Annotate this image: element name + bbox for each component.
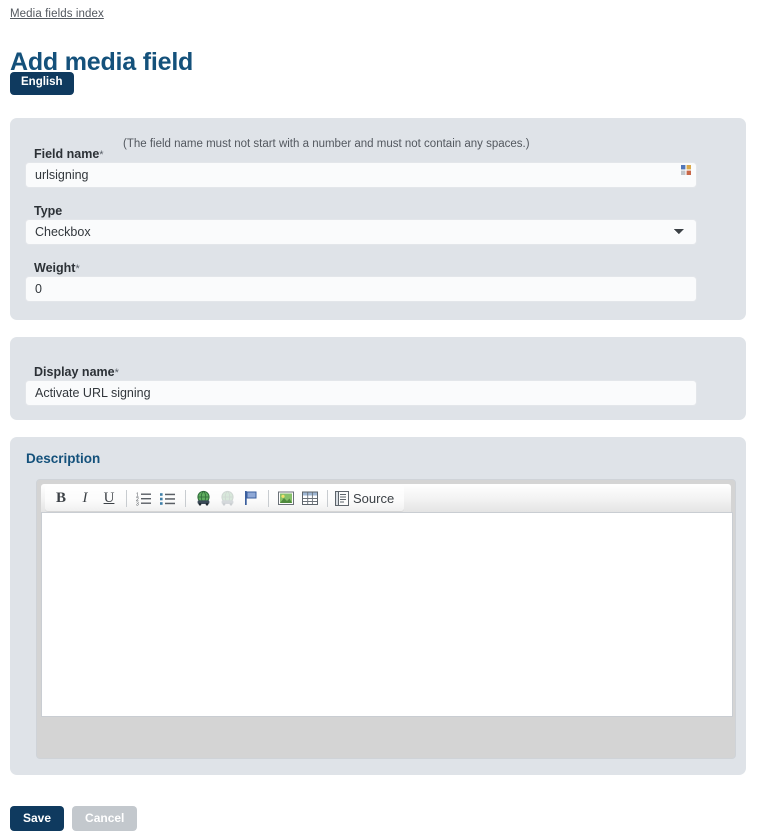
display-name-input-wrap [25,380,697,406]
toolbar-separator [327,489,328,507]
display-name-panel: Display name* [10,337,746,420]
field-name-input-wrap [25,162,697,188]
description-section-title: Description [26,451,101,466]
display-name-label-group: Display name* [34,363,119,381]
language-badge-english[interactable]: English [10,72,74,95]
table-icon[interactable] [299,487,321,509]
field-name-label-group: Field name* [34,145,104,163]
weight-input-wrap [25,276,697,302]
source-icon [335,490,349,506]
type-label-group: Type [34,202,62,220]
toolbar-separator [185,489,186,507]
save-button[interactable]: Save [10,806,65,831]
editor-footer-bar [41,718,733,752]
image-icon[interactable] [275,487,297,509]
weight-input[interactable] [25,276,697,302]
type-select-wrap: Checkbox [25,219,697,245]
field-name-label: Field name [34,147,100,161]
field-name-help-text: (The field name must not start with a nu… [123,138,530,150]
toolbar-separator [126,489,127,507]
breadcrumb[interactable]: Media fields index [10,8,104,20]
rich-text-editor: B I U 1 2 3 Source [36,479,736,759]
type-label: Type [34,204,63,218]
field-name-input[interactable] [25,162,697,188]
type-select[interactable]: Checkbox [25,219,697,245]
basic-settings-panel: Field name* (The field name must not sta… [10,118,746,320]
cancel-button[interactable]: Cancel [72,806,138,831]
italic-icon[interactable]: I [74,487,96,509]
svg-text:3: 3 [136,501,139,506]
editor-content-area[interactable] [41,512,733,717]
numbered-list-icon[interactable]: 1 2 3 [133,487,155,509]
source-label: Source [353,490,395,506]
editor-toolbar-bar: B I U 1 2 3 Source [41,484,731,512]
link-icon[interactable] [192,487,214,509]
form-actions: Save Cancel [10,806,138,831]
browser-extension-icon[interactable] [681,165,691,175]
editor-toolbar: B I U 1 2 3 Source [45,485,405,511]
weight-label-group: Weight* [34,259,80,277]
display-name-label: Display name [34,365,115,379]
anchor-flag-icon[interactable] [240,487,262,509]
weight-label: Weight [34,261,76,275]
underline-icon[interactable]: U [98,487,120,509]
toolbar-separator [268,489,269,507]
display-name-required-marker: * [114,367,119,379]
page-root: Media fields index Add media field Engli… [0,0,766,832]
weight-required-marker: * [75,263,80,275]
field-name-required-marker: * [99,149,104,161]
bold-icon[interactable]: B [50,487,72,509]
bulleted-list-icon[interactable] [157,487,179,509]
unlink-icon[interactable] [216,487,238,509]
display-name-input[interactable] [25,380,697,406]
description-panel: Description B I U 1 2 3 Source [10,437,746,775]
source-button[interactable]: Source [335,490,398,506]
